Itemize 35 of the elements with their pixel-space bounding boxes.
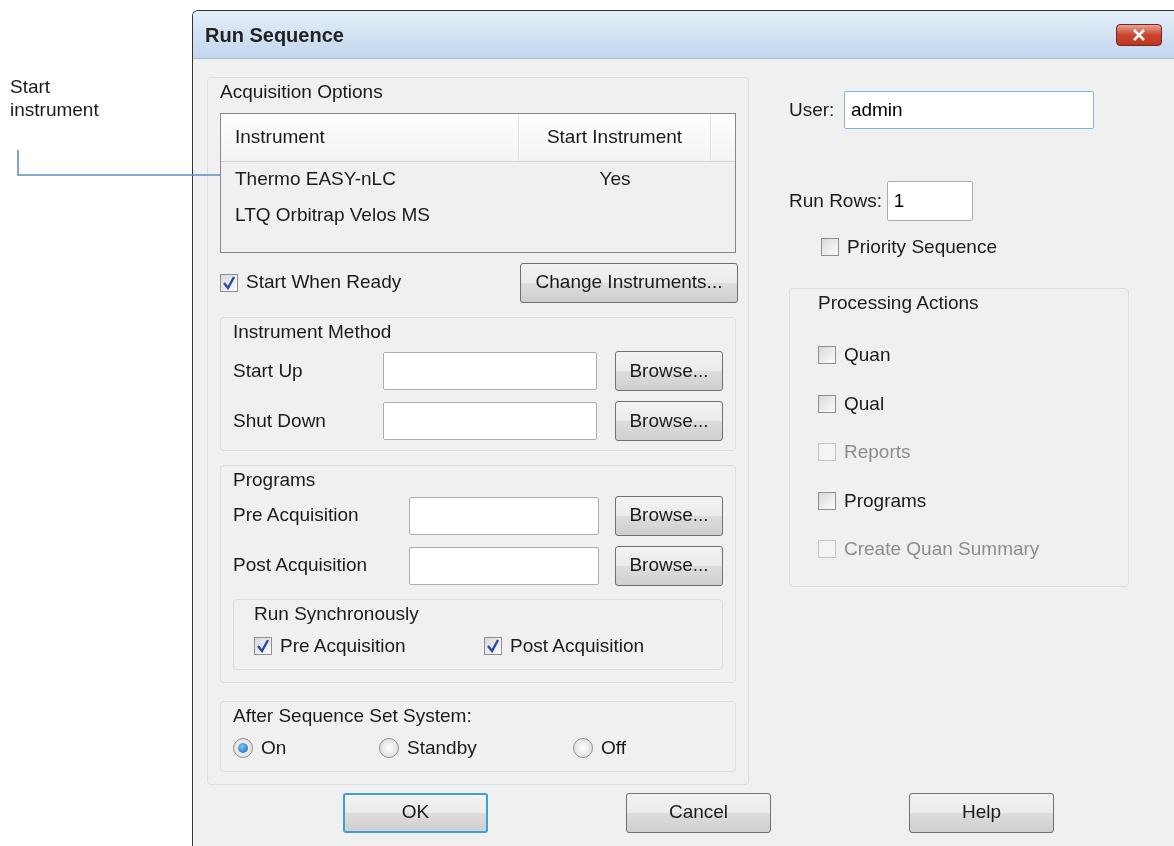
change-instruments-button[interactable]: Change Instruments...	[520, 262, 738, 303]
field-label: Run Rows:	[789, 188, 882, 213]
checkbox-label: Priority Sequence	[847, 235, 997, 259]
checkbox-label: Start When Ready	[246, 270, 402, 295]
browse-button[interactable]: Browse...	[615, 495, 723, 536]
field-label: Pre Acquisition	[233, 503, 360, 528]
checkbox-label: Reports	[844, 440, 911, 464]
browse-button[interactable]: Browse...	[615, 401, 723, 441]
browse-button[interactable]: Browse...	[615, 351, 723, 391]
checkbox-label: Create Quan Summary	[844, 537, 1040, 561]
field-label: Start Up	[233, 358, 304, 383]
table-cell: Yes	[599, 168, 631, 190]
window-title: Run Sequence	[205, 22, 344, 48]
checkbox-label: Pre Acquisition	[280, 634, 406, 658]
annotation-label: Start instrument	[10, 76, 99, 120]
field-label: Post Acquisition	[233, 553, 369, 578]
dialog-button[interactable]: OK	[343, 792, 488, 833]
field-label: Shut Down	[233, 408, 327, 433]
column-header: Instrument	[221, 113, 519, 161]
table-cell: Thermo EASY-nLC	[235, 168, 396, 190]
run-rows-field[interactable]: 1	[886, 181, 973, 221]
user-field[interactable]: admin	[843, 91, 1094, 129]
radio-label: On	[261, 736, 287, 760]
radio-label: Off	[601, 736, 626, 760]
browse-button[interactable]: Browse...	[615, 545, 723, 586]
checkbox-label: Qual	[844, 391, 885, 416]
table-cell: LTQ Orbitrap Velos MS	[235, 204, 430, 226]
dialog-button[interactable]: Help	[909, 792, 1054, 833]
checkbox-label: Post Acquisition	[510, 634, 645, 658]
radio-label: Standby	[407, 736, 477, 760]
field-label: User:	[789, 97, 835, 122]
checkbox-label: Programs	[844, 488, 927, 513]
dialog-button[interactable]: Cancel	[626, 792, 771, 833]
column-header: Start Instrument	[519, 113, 711, 161]
checkbox-label: Quan	[844, 343, 891, 367]
